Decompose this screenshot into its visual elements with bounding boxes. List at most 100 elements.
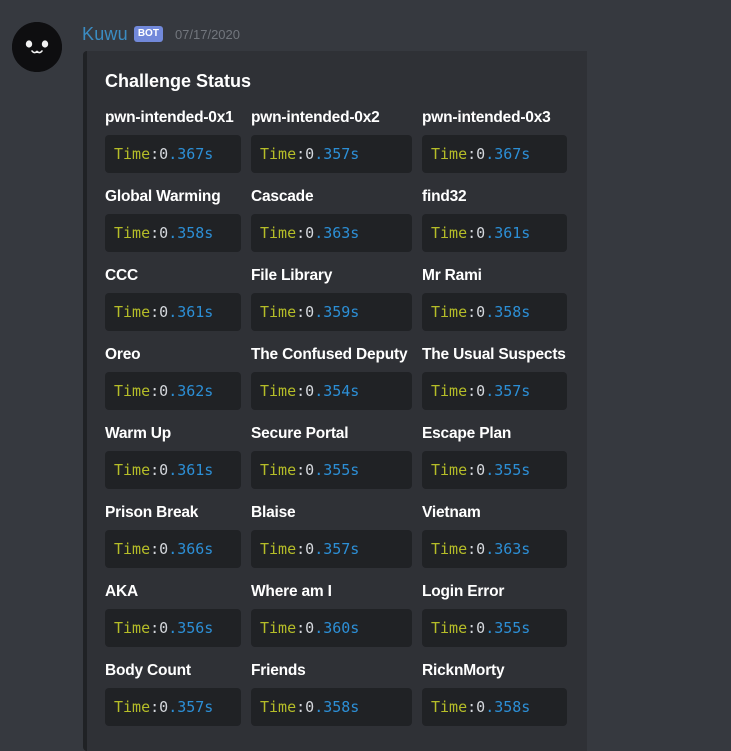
time-integer: 0	[476, 224, 486, 242]
time-integer: 0	[305, 382, 315, 400]
bot-avatar[interactable]	[12, 22, 62, 72]
time-keyword: Time	[260, 145, 297, 163]
time-fraction: .361s	[168, 303, 214, 321]
time-integer: 0	[305, 461, 315, 479]
time-integer: 0	[159, 619, 169, 637]
time-code-block: Time: 0.357s	[105, 688, 241, 726]
time-separator: :	[150, 461, 160, 479]
embed-field: RicknMorty Time: 0.358s	[422, 662, 567, 726]
challenge-name: File Library	[251, 267, 333, 284]
time-fraction: .357s	[168, 698, 214, 716]
time-keyword: Time	[431, 382, 468, 400]
time-fraction: .363s	[314, 224, 360, 242]
embed-field: Blaise Time: 0.357s	[251, 504, 412, 568]
challenge-name: pwn-intended-0x2	[251, 109, 380, 126]
time-code-block: Time: 0.367s	[422, 135, 567, 173]
time-separator: :	[467, 303, 477, 321]
time-keyword: Time	[260, 698, 297, 716]
time-keyword: Time	[431, 224, 468, 242]
time-fraction: .362s	[168, 382, 214, 400]
message-timestamp: 07/17/2020	[174, 26, 241, 42]
time-keyword: Time	[114, 619, 151, 637]
time-code-block: Time: 0.360s	[251, 609, 412, 647]
challenge-name: Body Count	[105, 662, 191, 679]
embed-field: Escape Plan Time: 0.355s	[422, 425, 567, 489]
time-code-block: Time: 0.358s	[422, 688, 567, 726]
time-fraction: .358s	[485, 698, 531, 716]
time-keyword: Time	[431, 461, 468, 479]
embed-field: pwn-intended-0x1 Time: 0.367s	[105, 109, 241, 173]
bot-badge: BOT	[133, 26, 163, 42]
embed-field: File Library Time: 0.359s	[251, 267, 412, 331]
time-integer: 0	[305, 698, 315, 716]
time-code-block: Time: 0.358s	[251, 688, 412, 726]
time-fraction: .354s	[314, 382, 360, 400]
time-separator: :	[467, 619, 477, 637]
time-fraction: .366s	[168, 540, 214, 558]
time-separator: :	[296, 698, 306, 716]
time-separator: :	[467, 145, 477, 163]
time-integer: 0	[159, 303, 169, 321]
challenge-name: Cascade	[251, 188, 314, 205]
time-fraction: .360s	[314, 619, 360, 637]
time-fraction: .363s	[485, 540, 531, 558]
time-keyword: Time	[260, 540, 297, 558]
challenge-name: Mr Rami	[422, 267, 482, 284]
time-code-block: Time: 0.357s	[422, 372, 567, 410]
challenge-name: Secure Portal	[251, 425, 349, 442]
embed-field: AKA Time: 0.356s	[105, 583, 241, 647]
challenge-name: Escape Plan	[422, 425, 512, 442]
time-keyword: Time	[431, 619, 468, 637]
time-fraction: .358s	[485, 303, 531, 321]
embed-field: The Usual Suspects Time: 0.357s	[422, 346, 567, 410]
time-separator: :	[150, 224, 160, 242]
challenge-name: CCC	[105, 267, 138, 284]
time-keyword: Time	[114, 145, 151, 163]
time-integer: 0	[305, 619, 315, 637]
challenge-name: Prison Break	[105, 504, 199, 521]
time-code-block: Time: 0.355s	[251, 451, 412, 489]
embed-title: Challenge Status	[105, 71, 252, 91]
username[interactable]: Kuwu	[82, 24, 128, 45]
embed-field: pwn-intended-0x2 Time: 0.357s	[251, 109, 412, 173]
time-separator: :	[296, 619, 306, 637]
challenge-name: Warm Up	[105, 425, 172, 442]
time-keyword: Time	[431, 145, 468, 163]
time-integer: 0	[305, 224, 315, 242]
time-integer: 0	[476, 303, 486, 321]
time-separator: :	[467, 224, 477, 242]
time-integer: 0	[159, 461, 169, 479]
challenge-name: AKA	[105, 583, 138, 600]
time-separator: :	[296, 382, 306, 400]
time-code-block: Time: 0.366s	[105, 530, 241, 568]
embed-field: Body Count Time: 0.357s	[105, 662, 241, 726]
time-fraction: .357s	[314, 540, 360, 558]
time-fraction: .358s	[314, 698, 360, 716]
time-separator: :	[150, 303, 160, 321]
time-code-block: Time: 0.363s	[422, 530, 567, 568]
embed-field: Prison Break Time: 0.366s	[105, 504, 241, 568]
time-keyword: Time	[114, 461, 151, 479]
time-separator: :	[150, 698, 160, 716]
chat-message: Kuwu BOT 07/17/2020 Challenge Status pwn…	[0, 0, 731, 751]
time-code-block: Time: 0.359s	[251, 293, 412, 331]
time-keyword: Time	[260, 382, 297, 400]
embed-field: Login Error Time: 0.355s	[422, 583, 567, 647]
time-integer: 0	[159, 698, 169, 716]
time-separator: :	[296, 540, 306, 558]
time-separator: :	[296, 461, 306, 479]
time-code-block: Time: 0.357s	[251, 135, 412, 173]
time-integer: 0	[476, 540, 486, 558]
time-code-block: Time: 0.354s	[251, 372, 412, 410]
embed-field: CCC Time: 0.361s	[105, 267, 241, 331]
time-keyword: Time	[431, 698, 468, 716]
embed-field: Oreo Time: 0.362s	[105, 346, 241, 410]
time-fraction: .355s	[314, 461, 360, 479]
embed-field: Warm Up Time: 0.361s	[105, 425, 241, 489]
time-keyword: Time	[114, 303, 151, 321]
time-code-block: Time: 0.358s	[105, 214, 241, 252]
time-separator: :	[296, 303, 306, 321]
time-keyword: Time	[114, 224, 151, 242]
time-integer: 0	[305, 540, 315, 558]
time-code-block: Time: 0.355s	[422, 451, 567, 489]
